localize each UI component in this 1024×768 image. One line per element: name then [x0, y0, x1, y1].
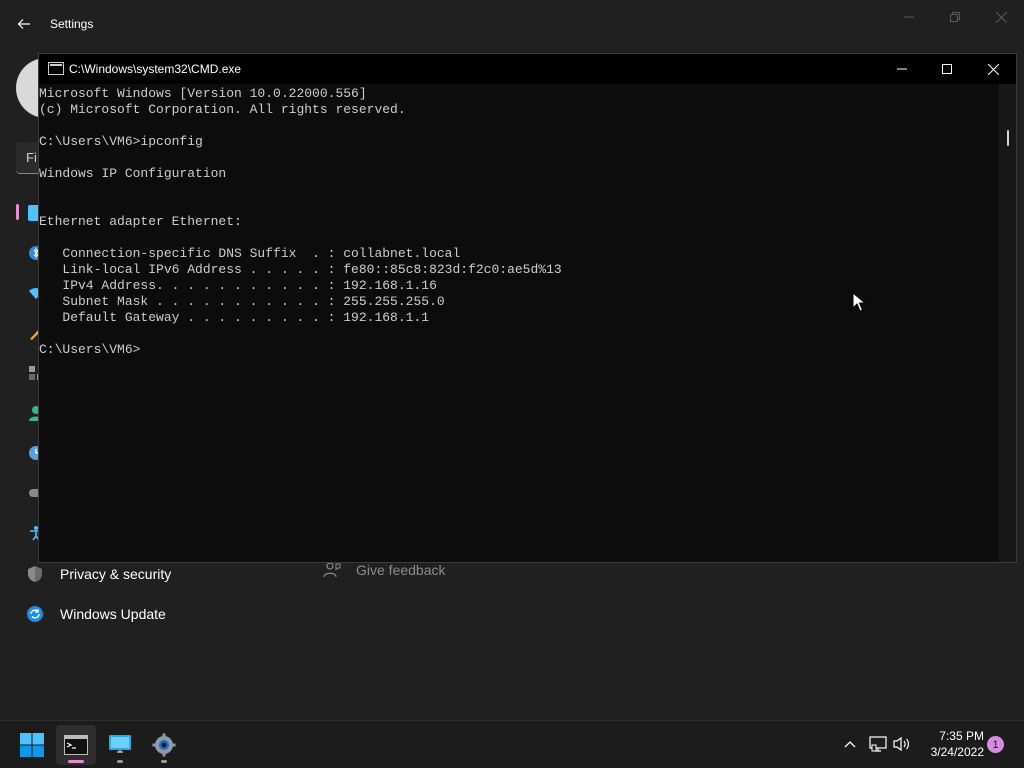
terminal-line: Windows IP Configuration: [39, 166, 227, 181]
gear-icon: [152, 733, 176, 757]
cmd-window[interactable]: C:\Windows\system32\CMD.exe Microsoft Wi…: [38, 53, 1017, 563]
mouse-cursor-icon: [852, 292, 866, 312]
settings-restore-button[interactable]: [943, 8, 967, 26]
close-icon: [987, 63, 999, 75]
taskbar: 7:35 PM 3/24/2022 1: [0, 720, 1024, 768]
minimize-icon: [897, 68, 907, 70]
windows-update-icon: [26, 605, 44, 623]
monitor-icon: [109, 735, 131, 753]
cmd-maximize-button[interactable]: [924, 54, 970, 84]
running-app-indicator: [117, 760, 123, 763]
network-status-button[interactable]: [867, 733, 889, 755]
start-button[interactable]: [12, 725, 52, 765]
terminal-output[interactable]: Microsoft Windows [Version 10.0.22000.55…: [39, 84, 999, 562]
taskbar-settings-app[interactable]: [144, 725, 184, 765]
settings-titlebar: Settings: [0, 0, 1024, 48]
nav-item-windows-update[interactable]: Windows Update: [26, 602, 166, 626]
terminal-line: Subnet Mask . . . . . . . . . . . : 255.…: [39, 294, 445, 309]
give-feedback-link[interactable]: Give feedback: [322, 560, 446, 580]
nav-item-label: Privacy & security: [60, 566, 172, 582]
cmd-title: C:\Windows\system32\CMD.exe: [69, 62, 242, 76]
clock-date: 3/24/2022: [930, 745, 984, 759]
feedback-person-icon: [322, 560, 342, 580]
settings-minimize-button[interactable]: [897, 8, 921, 26]
cmd-scrollbar-thumb[interactable]: [1007, 130, 1009, 146]
terminal-line: Connection-specific DNS Suffix . : colla…: [39, 246, 461, 261]
show-hidden-icons-button[interactable]: [839, 733, 861, 755]
active-app-indicator: [68, 760, 84, 763]
network-monitor-icon: [869, 736, 887, 752]
cmd-minimize-button[interactable]: [879, 54, 925, 84]
chevron-up-icon: [844, 741, 856, 748]
cmd-titlebar[interactable]: C:\Windows\system32\CMD.exe: [39, 54, 1016, 84]
taskbar-clock[interactable]: 7:35 PM 3/24/2022: [918, 728, 984, 760]
back-arrow-icon: [17, 19, 30, 29]
nav-item-privacy-security[interactable]: Privacy & security: [26, 562, 171, 586]
terminal-prompt[interactable]: C:\Users\VM6>: [39, 342, 140, 358]
close-icon: [995, 11, 1007, 23]
taskbar-cmd-app[interactable]: [56, 725, 96, 765]
shield-icon: [26, 565, 44, 583]
back-button[interactable]: [12, 12, 36, 36]
nav-item-label: Windows Update: [60, 606, 166, 622]
terminal-line: (c) Microsoft Corporation. All rights re…: [39, 102, 406, 117]
terminal-line: Microsoft Windows [Version 10.0.22000.55…: [39, 86, 367, 101]
terminal-line: C:\Users\VM6>ipconfig: [39, 134, 203, 149]
settings-close-button[interactable]: [989, 8, 1013, 26]
taskbar-remote-desktop-app[interactable]: [100, 725, 140, 765]
terminal-line: IPv4 Address. . . . . . . . . . . : 192.…: [39, 278, 437, 293]
minimize-icon: [904, 16, 914, 18]
windows-logo-icon: [20, 733, 44, 757]
notification-badge[interactable]: 1: [987, 736, 1004, 753]
maximize-icon: [942, 64, 952, 74]
terminal-line: Ethernet adapter Ethernet:: [39, 214, 242, 229]
running-app-indicator: [161, 760, 167, 763]
clock-time: 7:35 PM: [939, 729, 984, 743]
speaker-icon: [893, 736, 909, 752]
settings-title: Settings: [50, 17, 94, 31]
cmd-scrollbar[interactable]: [999, 84, 1016, 562]
nav-selection-indicator: [16, 204, 19, 220]
restore-icon: [950, 12, 960, 22]
volume-button[interactable]: [891, 733, 913, 755]
terminal-icon: [64, 735, 88, 755]
terminal-line: Default Gateway . . . . . . . . . : 192.…: [39, 310, 430, 325]
cmd-close-button[interactable]: [970, 54, 1016, 84]
cmd-app-icon[interactable]: [48, 62, 64, 75]
terminal-line: Link-local IPv6 Address . . . . . : fe80…: [39, 262, 562, 277]
give-feedback-label: Give feedback: [356, 562, 446, 578]
